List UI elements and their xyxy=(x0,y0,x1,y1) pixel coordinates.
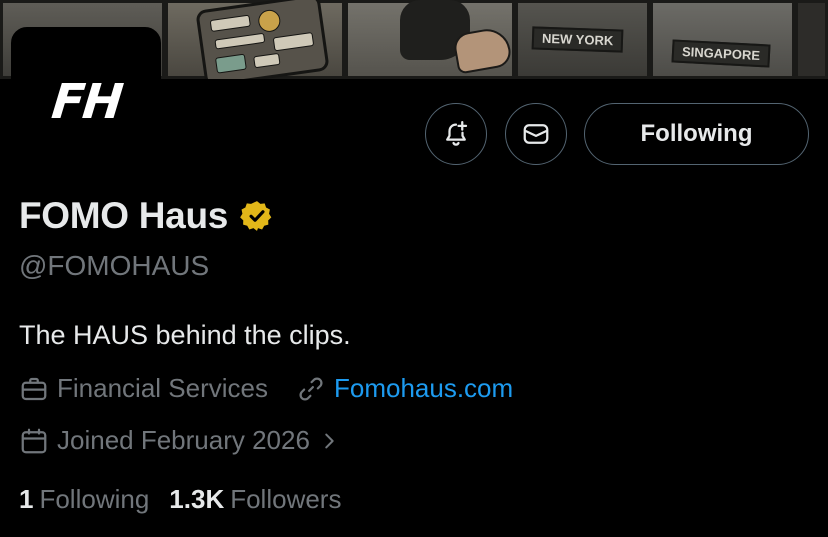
profile-page: NEW YORK SINGAPORE FH Following FOMO Hau… xyxy=(0,0,828,537)
chevron-right-icon xyxy=(325,433,334,448)
profile-stats: 1 Following 1.3K Followers xyxy=(19,484,361,515)
message-button[interactable] xyxy=(505,103,567,165)
bell-plus-icon xyxy=(446,121,468,146)
notifications-button[interactable] xyxy=(425,103,487,165)
profile-name-row: FOMO Haus xyxy=(19,195,274,237)
profile-website[interactable]: Fomohaus.com xyxy=(296,373,513,404)
profile-meta-row: Financial Services Fomohaus.com xyxy=(19,373,513,404)
website-link[interactable]: Fomohaus.com xyxy=(334,373,513,404)
followers-stat[interactable]: 1.3K Followers xyxy=(169,484,341,515)
banner-panel xyxy=(795,0,828,79)
profile-bio: The HAUS behind the clips. xyxy=(19,320,351,350)
link-icon xyxy=(299,376,323,401)
avatar-logo: FH xyxy=(48,74,124,130)
banner-city-label: NEW YORK xyxy=(531,26,624,53)
calendar-icon xyxy=(21,428,47,453)
profile-joined-row[interactable]: Joined February 2026 xyxy=(19,425,340,456)
following-label: Following xyxy=(39,484,150,514)
category-label: Financial Services xyxy=(57,373,268,403)
verified-badge-icon[interactable] xyxy=(240,199,274,233)
profile-category: Financial Services xyxy=(19,373,268,404)
banner-luggage-illustration xyxy=(195,0,330,79)
avatar[interactable]: FH xyxy=(11,27,161,177)
following-button[interactable]: Following xyxy=(584,103,809,165)
profile-handle: @FOMOHAUS xyxy=(19,250,210,281)
followers-count: 1.3K xyxy=(169,484,225,514)
joined-date: Joined February 2026 xyxy=(57,425,310,455)
following-stat[interactable]: 1 Following xyxy=(19,484,149,515)
followers-label: Followers xyxy=(230,484,342,514)
display-name: FOMO Haus xyxy=(19,195,229,236)
envelope-icon xyxy=(523,124,549,144)
briefcase-icon xyxy=(21,377,47,400)
profile-joined[interactable]: Joined February 2026 xyxy=(19,425,340,456)
following-count: 1 xyxy=(19,484,34,514)
